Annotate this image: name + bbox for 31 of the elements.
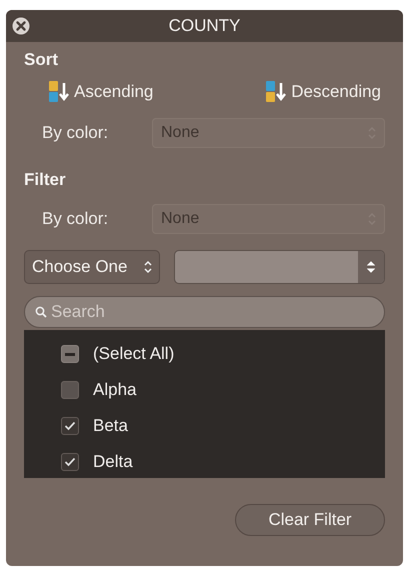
close-icon [12,17,30,35]
close-button[interactable] [12,17,30,35]
checkbox[interactable] [61,381,79,399]
stepper-icon [367,260,375,274]
item-label: Alpha [93,380,136,400]
item-label: Delta [93,452,133,472]
sort-ascending-button[interactable]: Ascending [48,80,154,104]
checkmark-icon [64,457,76,467]
checkbox[interactable] [61,453,79,471]
sort-descending-icon [265,80,288,104]
item-label: Beta [93,416,128,436]
by-color-label: By color: [42,123,110,143]
sort-descending-button[interactable]: Descending [265,80,381,104]
section-heading: Sort [24,50,59,70]
dash-icon [65,352,75,356]
checkbox[interactable] [61,345,79,363]
search-field[interactable]: Search [24,296,385,328]
section-heading: Filter [24,170,67,190]
by-color-label: By color: [42,209,110,229]
sort-ascending-icon [48,80,70,104]
search-icon [35,306,47,318]
checkbox[interactable] [61,417,79,435]
item-label: (Select All) [93,344,174,364]
checkmark-icon [64,421,76,431]
condition-dropdown[interactable]: Choose One [24,250,160,284]
color-dropdown[interactable]: None [152,118,385,148]
value-combo-field[interactable] [174,250,385,284]
window-title: COUNTY [168,16,240,36]
stepper-icon [144,260,152,274]
clear-filter-button[interactable]: Clear Filter [235,504,385,536]
color-dropdown[interactable]: None [152,204,385,234]
